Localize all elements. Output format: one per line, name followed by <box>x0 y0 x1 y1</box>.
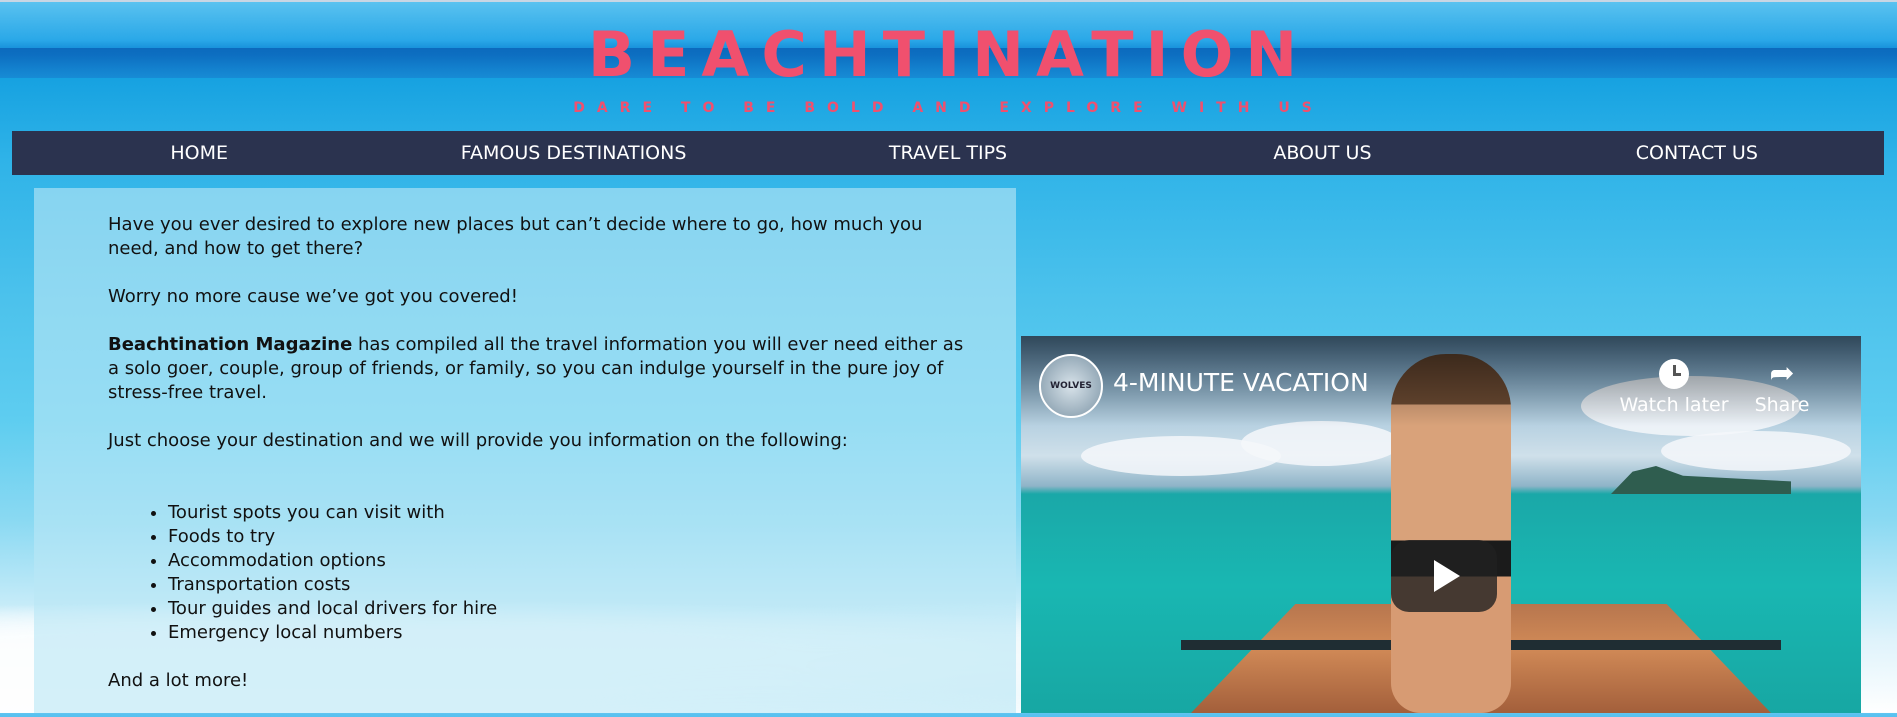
nav-item-contact-us[interactable]: CONTACT US <box>1510 142 1884 164</box>
top-border <box>0 0 1897 2</box>
channel-avatar-text: WOLVES <box>1050 381 1092 391</box>
video-title[interactable]: 4-MINUTE VACATION <box>1113 368 1369 397</box>
watch-later-label: Watch later <box>1619 394 1729 416</box>
info-list: Tourist spots you can visit with Foods t… <box>108 501 968 645</box>
main-nav: HOME FAMOUS DESTINATIONS TRAVEL TIPS ABO… <box>12 131 1884 175</box>
list-item: Tourist spots you can visit with <box>168 501 968 525</box>
share-label: Share <box>1754 394 1810 416</box>
nav-item-home[interactable]: HOME <box>12 142 386 164</box>
nav-item-about-us[interactable]: ABOUT US <box>1135 142 1509 164</box>
list-item: Tour guides and local drivers for hire <box>168 597 968 621</box>
nav-item-famous-destinations[interactable]: FAMOUS DESTINATIONS <box>386 142 760 164</box>
video-cloud <box>1661 431 1851 471</box>
intro-paragraph-5: And a lot more! <box>108 670 249 691</box>
site-logo[interactable]: BEACHTINATION <box>0 22 1897 88</box>
share-arrow-icon: ➦ <box>1769 356 1795 391</box>
play-button[interactable] <box>1391 540 1497 612</box>
intro-paragraph-3: Beachtination Magazine has compiled all … <box>108 333 968 405</box>
list-item: Foods to try <box>168 525 968 549</box>
channel-avatar[interactable]: WOLVES <box>1039 354 1103 418</box>
intro-text: Have you ever desired to explore new pla… <box>108 213 968 717</box>
list-item: Emergency local numbers <box>168 621 968 645</box>
clock-icon <box>1619 354 1729 394</box>
intro-paragraph-2: Worry no more cause we’ve got you covere… <box>108 286 518 307</box>
share-button[interactable]: ➦ Share <box>1727 354 1837 416</box>
video-embed[interactable]: WOLVES 4-MINUTE VACATION Watch later ➦ S… <box>1021 336 1861 713</box>
magazine-name: Beachtination Magazine <box>108 334 353 355</box>
site-tagline: DARE TO BE BOLD AND EXPLORE WITH US <box>573 100 1324 116</box>
intro-paragraph-1: Have you ever desired to explore new pla… <box>108 214 923 259</box>
list-item: Accommodation options <box>168 549 968 573</box>
video-cloud <box>1241 421 1401 466</box>
intro-paragraph-4: Just choose your destination and we will… <box>108 430 848 451</box>
nav-item-travel-tips[interactable]: TRAVEL TIPS <box>761 142 1135 164</box>
list-item: Transportation costs <box>168 573 968 597</box>
play-icon <box>1434 560 1460 592</box>
watch-later-button[interactable]: Watch later <box>1619 354 1729 416</box>
